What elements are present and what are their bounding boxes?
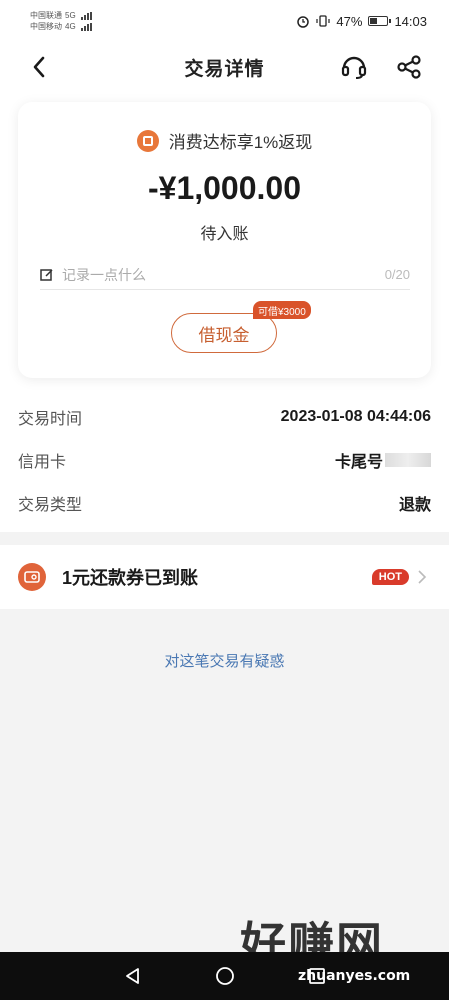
detail-row-type: 交易类型 退款 [18,491,431,515]
detail-value: 退款 [398,497,431,514]
hot-badge: HOT [371,569,409,585]
carrier-2-network: 4G [65,22,76,31]
card-number-group: 卡尾号 [335,448,431,472]
signal-icon [80,22,92,31]
carrier-info: 中国联通 5G 中国移动 4G [30,10,92,32]
triangle-back-icon [125,968,139,984]
signal-icon [80,11,92,20]
chevron-right-icon [417,570,431,584]
share-button[interactable] [394,52,424,82]
borrow-limit-badge: 可借¥3000 [253,301,311,319]
detail-row-card: 信用卡 卡尾号 [18,448,431,472]
page-title: 交易详情 [184,58,265,80]
battery-icon [368,16,392,26]
status-right: 47% 14:03 [296,14,427,29]
borrow-cash-button[interactable]: 借现金 [171,313,277,353]
note-input[interactable] [62,266,385,283]
customer-service-button[interactable] [338,52,370,82]
vibrate-icon [316,15,331,27]
watermark-url: zhuanyes.com [298,968,411,984]
status-bar: 中国联通 5G 中国移动 4G 47% 14:03 [0,0,449,42]
clock: 14:03 [394,13,427,29]
headset-icon [341,56,367,79]
circle-home-icon [215,967,234,985]
dispute-transaction-link[interactable]: 对这笔交易有疑惑 [0,650,449,671]
transaction-status: 待入账 [200,226,249,243]
share-icon [397,55,421,79]
transaction-card: 消费达标享1%返现 -¥1,000.00 待入账 0/20 借现金 可借¥300… [18,102,431,378]
cashback-icon [136,129,159,152]
back-button[interactable] [24,52,54,82]
note-field[interactable]: 0/20 [40,260,410,290]
detail-row-time: 交易时间 2023-01-08 04:44:06 [18,405,431,429]
note-char-count: 0/20 [384,267,410,282]
detail-value: 2023-01-08 04:44:06 [280,408,431,425]
detail-label: 交易类型 [18,497,83,514]
detail-label: 信用卡 [18,454,67,471]
coupon-text: 1元还款券已到账 [62,568,199,588]
carrier-1-network: 5G [65,11,76,20]
carrier-2-name: 中国移动 [30,22,62,31]
detail-value: 卡尾号 [334,454,383,471]
navigation-bar: 交易详情 [0,42,449,92]
coupon-icon [18,563,46,591]
back-arrow-icon [33,56,45,78]
coupon-banner[interactable]: 1元还款券已到账 HOT [0,545,449,609]
system-home-button[interactable] [214,965,236,987]
cashback-promo-text: 消费达标享1%返现 [168,133,313,152]
alarm-icon [297,16,310,28]
transaction-amount: -¥1,000.00 [147,170,301,206]
detail-label: 交易时间 [18,411,83,428]
edit-icon [40,268,53,281]
battery-percent: 47% [336,13,363,29]
cashback-promo[interactable]: 消费达标享1%返现 [18,128,431,153]
carrier-1-name: 中国联通 [30,11,62,20]
system-back-button[interactable] [122,965,144,987]
masked-card-number [385,453,431,467]
